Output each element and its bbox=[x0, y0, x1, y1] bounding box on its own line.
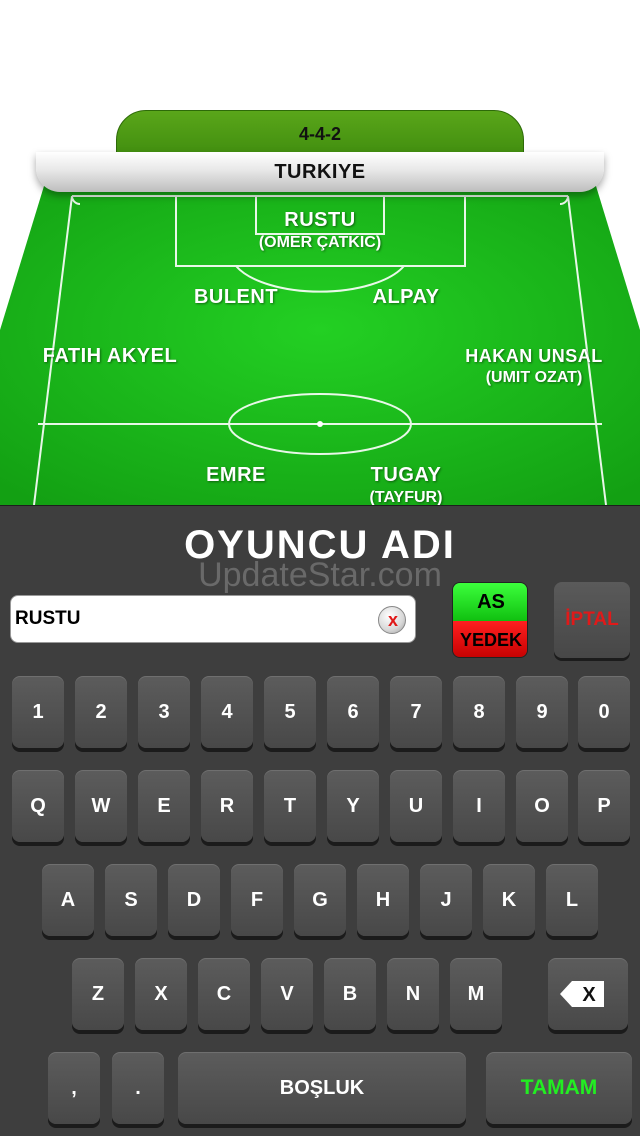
player-name: EMRE bbox=[206, 464, 266, 486]
key-comma[interactable]: , bbox=[48, 1052, 100, 1124]
pitch-area: 4-4-2 TURKIYE RUSTU (OMER ÇATKIC) BULENT… bbox=[0, 0, 640, 505]
key-c[interactable]: C bbox=[198, 958, 250, 1030]
player-name: RUSTU bbox=[284, 209, 356, 231]
key-s[interactable]: S bbox=[105, 864, 157, 936]
key-5[interactable]: 5 bbox=[264, 676, 316, 748]
clear-input-button[interactable]: x bbox=[378, 606, 406, 634]
key-d[interactable]: D bbox=[168, 864, 220, 936]
player-defender-left-center[interactable]: BULENT bbox=[166, 286, 306, 309]
key-j[interactable]: J bbox=[420, 864, 472, 936]
key-h[interactable]: H bbox=[357, 864, 409, 936]
key-e[interactable]: E bbox=[138, 770, 190, 842]
player-name: HAKAN UNSAL bbox=[465, 346, 603, 366]
key-0[interactable]: 0 bbox=[578, 676, 630, 748]
player-midfielder-left-center[interactable]: EMRE bbox=[176, 464, 296, 487]
key-y[interactable]: Y bbox=[327, 770, 379, 842]
player-defender-right[interactable]: HAKAN UNSAL (UMIT OZAT) bbox=[450, 346, 618, 387]
space-key[interactable]: BOŞLUK bbox=[178, 1052, 466, 1124]
key-q[interactable]: Q bbox=[12, 770, 64, 842]
close-icon: x bbox=[387, 610, 398, 630]
key-z[interactable]: Z bbox=[72, 958, 124, 1030]
key-n[interactable]: N bbox=[387, 958, 439, 1030]
player-name: BULENT bbox=[193, 286, 279, 308]
key-6[interactable]: 6 bbox=[327, 676, 379, 748]
backspace-button[interactable]: X bbox=[548, 958, 628, 1030]
player-name: FATIH AKYEL bbox=[42, 345, 178, 367]
key-7[interactable]: 7 bbox=[390, 676, 442, 748]
player-midfielder-right-center[interactable]: TUGAY (TAYFUR) bbox=[336, 464, 476, 505]
key-o[interactable]: O bbox=[516, 770, 568, 842]
key-8[interactable]: 8 bbox=[453, 676, 505, 748]
key-m[interactable]: M bbox=[450, 958, 502, 1030]
key-p[interactable]: P bbox=[578, 770, 630, 842]
player-goalkeeper[interactable]: RUSTU (OMER ÇATKIC) bbox=[220, 209, 420, 252]
key-1[interactable]: 1 bbox=[12, 676, 64, 748]
player-name-input[interactable] bbox=[10, 595, 416, 643]
key-f[interactable]: F bbox=[231, 864, 283, 936]
player-defender-right-center[interactable]: ALPAY bbox=[336, 286, 476, 309]
pitch-graphic bbox=[0, 186, 640, 505]
formation-label: 4-4-2 bbox=[298, 124, 342, 144]
player-name: TUGAY bbox=[370, 464, 442, 486]
key-r[interactable]: R bbox=[201, 770, 253, 842]
player-substitute: (TAYFUR) bbox=[369, 489, 443, 505]
key-a[interactable]: A bbox=[42, 864, 94, 936]
starter-substitute-toggle[interactable]: AS YEDEK bbox=[452, 582, 528, 658]
team-name: TURKIYE bbox=[274, 161, 366, 183]
substitute-button[interactable]: YEDEK bbox=[453, 621, 527, 657]
key-l[interactable]: L bbox=[546, 864, 598, 936]
key-t[interactable]: T bbox=[264, 770, 316, 842]
cancel-button[interactable]: İPTAL bbox=[554, 582, 630, 658]
key-4[interactable]: 4 bbox=[201, 676, 253, 748]
player-substitute: (UMIT OZAT) bbox=[485, 369, 583, 386]
key-9[interactable]: 9 bbox=[516, 676, 568, 748]
key-2[interactable]: 2 bbox=[75, 676, 127, 748]
key-x[interactable]: X bbox=[135, 958, 187, 1030]
player-substitute: (OMER ÇATKIC) bbox=[258, 234, 382, 251]
starter-button[interactable]: AS bbox=[453, 583, 527, 621]
backspace-icon: X bbox=[560, 981, 604, 1007]
key-w[interactable]: W bbox=[75, 770, 127, 842]
backspace-glyph: X bbox=[582, 984, 596, 1006]
key-v[interactable]: V bbox=[261, 958, 313, 1030]
key-b[interactable]: B bbox=[324, 958, 376, 1030]
player-name: ALPAY bbox=[372, 286, 440, 308]
key-period[interactable]: . bbox=[112, 1052, 164, 1124]
key-k[interactable]: K bbox=[483, 864, 535, 936]
key-u[interactable]: U bbox=[390, 770, 442, 842]
key-g[interactable]: G bbox=[294, 864, 346, 936]
watermark: UpdateStar.com bbox=[198, 556, 442, 594]
ok-button[interactable]: TAMAM bbox=[486, 1052, 632, 1124]
key-3[interactable]: 3 bbox=[138, 676, 190, 748]
player-defender-left[interactable]: FATIH AKYEL bbox=[28, 345, 192, 368]
key-i[interactable]: I bbox=[453, 770, 505, 842]
